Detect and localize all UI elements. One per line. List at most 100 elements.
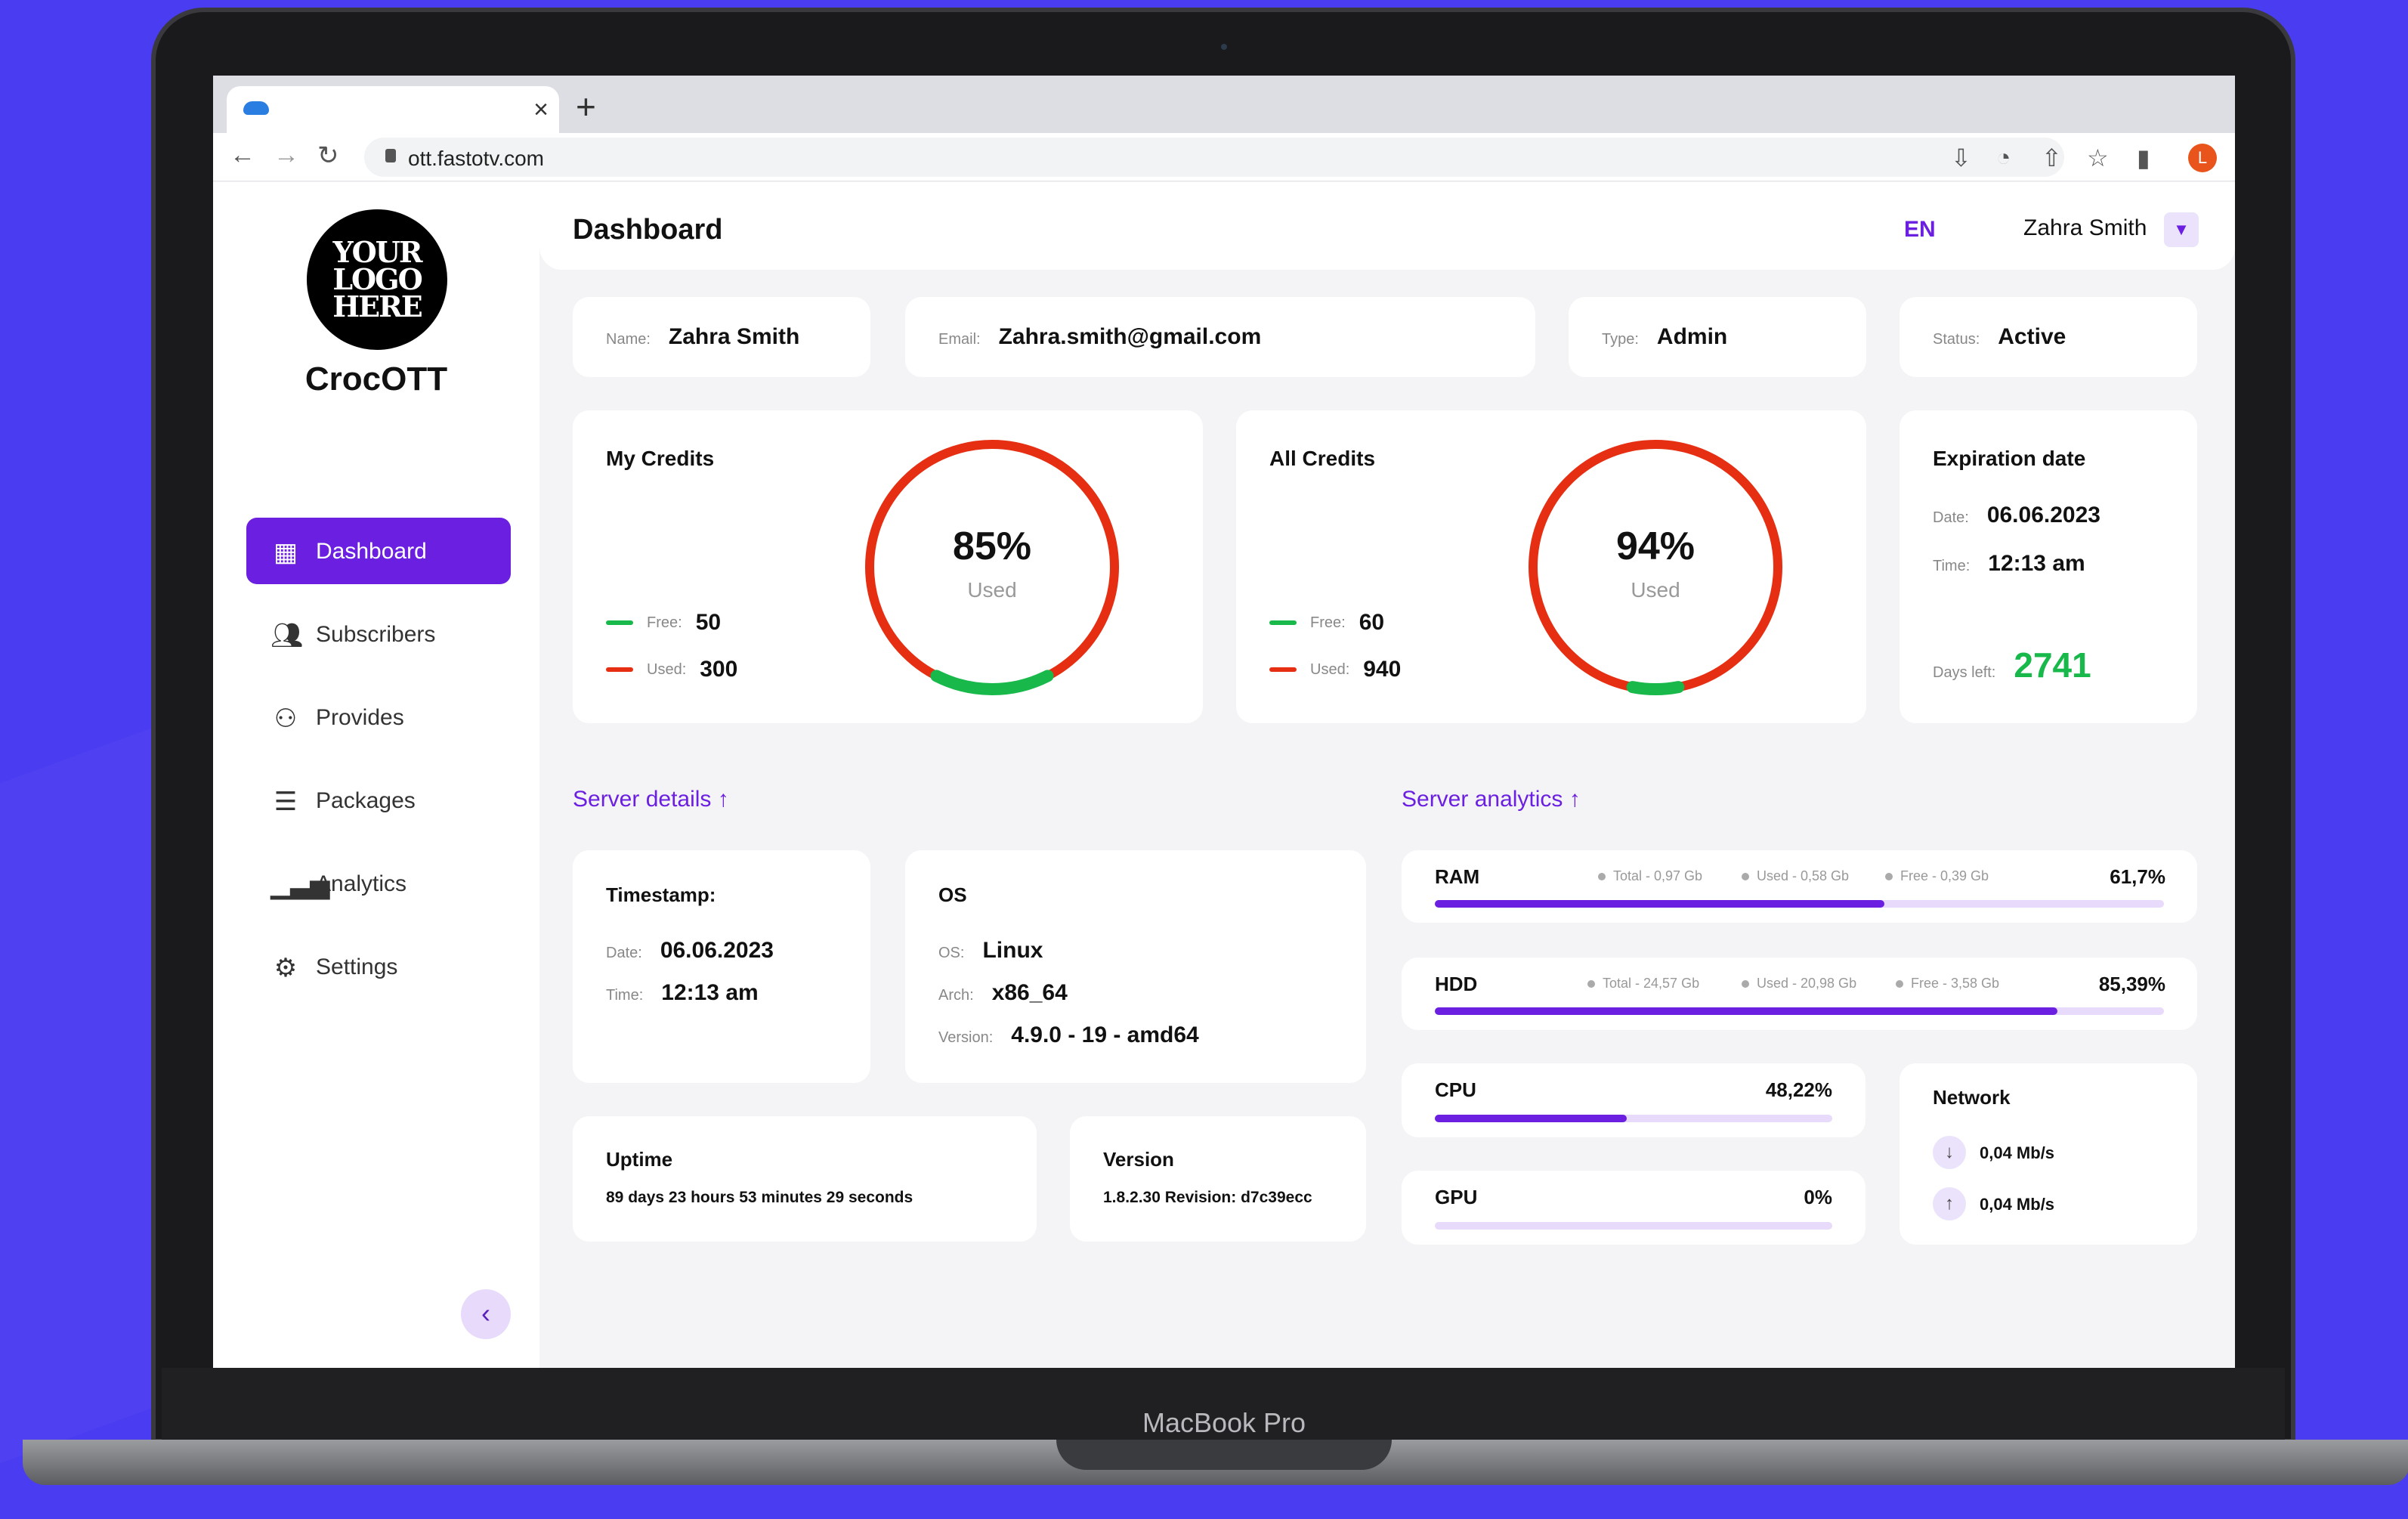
email-label: Email: xyxy=(938,331,981,348)
os-version-value: 4.9.0 - 19 - amd64 xyxy=(1011,1022,1199,1047)
name-label: Name: xyxy=(606,331,651,348)
back-arrow-icon[interactable]: ← xyxy=(230,141,255,170)
sidebar-item-subscribers[interactable]: 👥︎ Subscribers xyxy=(246,601,511,667)
cpu-card: CPU 48,22% xyxy=(1402,1063,1866,1137)
logo: YOUR LOGO HERE xyxy=(307,209,447,350)
timestamp-card: Timestamp: Date: 06.06.2023 Time: 12:13 … xyxy=(573,850,870,1083)
network-card: Network ↓ 0,04 Mb/s ↑ 0,04 Mb/s xyxy=(1900,1063,2197,1245)
sidebar-item-dashboard[interactable]: ▦ Dashboard xyxy=(246,518,511,584)
profile-avatar[interactable]: L xyxy=(2188,144,2217,172)
close-tab-icon[interactable]: × xyxy=(533,95,549,125)
time-label: Time: xyxy=(606,987,644,1004)
os-title: OS xyxy=(938,883,967,906)
gpu-label: GPU xyxy=(1435,1186,1478,1208)
all-credits-card: All Credits Free: 60 Used: 940 94% Used xyxy=(1236,410,1866,723)
share-icon[interactable]: ⇧ xyxy=(2042,144,2062,172)
performance-icon[interactable]: ◔ xyxy=(1996,144,2011,172)
server-analytics-heading[interactable]: Server analytics ↑ xyxy=(1402,787,1581,812)
free-label: Free: xyxy=(1310,614,1346,631)
free-legend-line xyxy=(1269,620,1297,625)
type-card: Type: Admin xyxy=(1569,297,1866,377)
sidebar-item-label: Provides xyxy=(316,705,404,730)
hdd-used: Used - 20,98 Gb xyxy=(1757,976,1857,991)
forward-arrow-icon[interactable]: → xyxy=(274,141,299,170)
server-analytics-title: Server analytics xyxy=(1402,787,1563,812)
gpu-progress-bar xyxy=(1435,1222,1832,1230)
my-credits-used-text: Used xyxy=(967,578,1017,602)
expiration-time: 12:13 am xyxy=(1988,551,2085,576)
bookmark-star-icon[interactable]: ☆ xyxy=(2087,144,2109,172)
network-download: 0,04 Mb/s xyxy=(1980,1143,2055,1162)
sidebar-item-label: Dashboard xyxy=(316,539,427,564)
laptop-notch xyxy=(1056,1440,1392,1470)
status-label: Status: xyxy=(1933,331,1980,348)
timestamp-time: 12:13 am xyxy=(661,980,759,1005)
all-credits-percent: 94% xyxy=(1615,524,1695,568)
browser-tab[interactable]: × xyxy=(227,86,559,133)
hdd-label: HDD xyxy=(1435,973,1478,995)
hdd-percent: 85,39% xyxy=(2098,973,2165,995)
install-icon[interactable]: ⇩ xyxy=(1951,144,1971,172)
server-details-heading[interactable]: Server details ↑ xyxy=(573,787,729,812)
used-value: 300 xyxy=(700,657,738,682)
sidebar: YOUR LOGO HERE CrocOTT ▦ Dashboard 👥︎ Su… xyxy=(213,182,539,1368)
reload-icon[interactable]: ↻ xyxy=(317,141,339,171)
user-name[interactable]: Zahra Smith xyxy=(2023,215,2147,241)
sidebar-item-analytics[interactable]: ▁▃▅ Analytics xyxy=(246,850,511,917)
collapse-sidebar-button[interactable]: ‹ xyxy=(461,1289,511,1339)
hdd-free: Free - 3,58 Gb xyxy=(1911,976,2000,991)
sidebar-item-label: Analytics xyxy=(316,871,407,896)
sidebar-item-settings[interactable]: ⚙ Settings xyxy=(246,933,511,1000)
users-icon: 👥︎ xyxy=(270,621,304,650)
dot-icon xyxy=(1742,979,1749,988)
browser-tab-bar: × + xyxy=(213,76,2235,133)
version-value: 1.8.2.30 Revision: d7c39ecc xyxy=(1103,1189,1312,1206)
used-label: Used: xyxy=(1310,661,1350,678)
dot-icon xyxy=(1885,872,1893,880)
expiration-date: 06.06.2023 xyxy=(1986,503,2100,527)
download-arrow-icon: ↓ xyxy=(1933,1136,1966,1169)
cpu-progress-fill xyxy=(1435,1115,1627,1122)
type-value: Admin xyxy=(1656,324,1728,349)
device-label: MacBook Pro xyxy=(1142,1407,1306,1438)
lock-icon xyxy=(385,149,396,162)
logo-text: YOUR LOGO HERE xyxy=(332,235,422,323)
cpu-progress-bar xyxy=(1435,1115,1832,1122)
user-dropdown-icon[interactable]: ▼ xyxy=(2164,212,2199,247)
expiration-title: Expiration date xyxy=(1933,447,2086,470)
hdd-total: Total - 24,57 Gb xyxy=(1603,976,1700,991)
dot-icon xyxy=(1896,979,1903,988)
ram-free: Free - 0,39 Gb xyxy=(1900,868,1989,883)
version-title: Version xyxy=(1103,1148,1174,1171)
dot-icon xyxy=(1598,872,1606,880)
my-credits-percent: 85% xyxy=(952,524,1032,568)
sidepanel-icon[interactable]: ▮ xyxy=(2137,144,2150,172)
url-field[interactable]: ott.fastotv.com xyxy=(364,138,2064,177)
arrow-up-icon: ↑ xyxy=(1569,787,1581,812)
new-tab-button[interactable]: + xyxy=(576,86,596,127)
hdd-progress-fill xyxy=(1435,1007,2057,1015)
ram-label: RAM xyxy=(1435,865,1480,888)
used-label: Used: xyxy=(647,661,687,678)
ram-progress-fill xyxy=(1435,900,1885,908)
language-selector[interactable]: EN xyxy=(1904,217,1936,243)
my-credits-title: My Credits xyxy=(606,447,715,470)
server-details-title: Server details xyxy=(573,787,712,812)
sidebar-item-provides[interactable]: ⚇ Provides xyxy=(246,684,511,750)
sidebar-item-packages[interactable]: ☰ Packages xyxy=(246,767,511,834)
upload-arrow-icon: ↑ xyxy=(1933,1187,1966,1220)
os-label: OS: xyxy=(938,945,965,961)
gauge-free-arc xyxy=(1626,681,1685,695)
status-card: Status: Active xyxy=(1900,297,2197,377)
time-label: Time: xyxy=(1933,558,1971,574)
version-card: Version 1.8.2.30 Revision: d7c39ecc xyxy=(1070,1116,1366,1242)
my-credits-card: My Credits Free: 50 Used: 300 85% Used xyxy=(573,410,1203,723)
used-legend-line xyxy=(1269,667,1297,672)
timestamp-title: Timestamp: xyxy=(606,883,716,906)
free-label: Free: xyxy=(647,614,682,631)
page-title: Dashboard xyxy=(573,214,723,246)
camera-icon xyxy=(1221,44,1227,50)
free-legend-line xyxy=(606,620,633,625)
cloud-icon xyxy=(243,101,269,115)
email-card: Email: Zahra.smith@gmail.com xyxy=(905,297,1535,377)
